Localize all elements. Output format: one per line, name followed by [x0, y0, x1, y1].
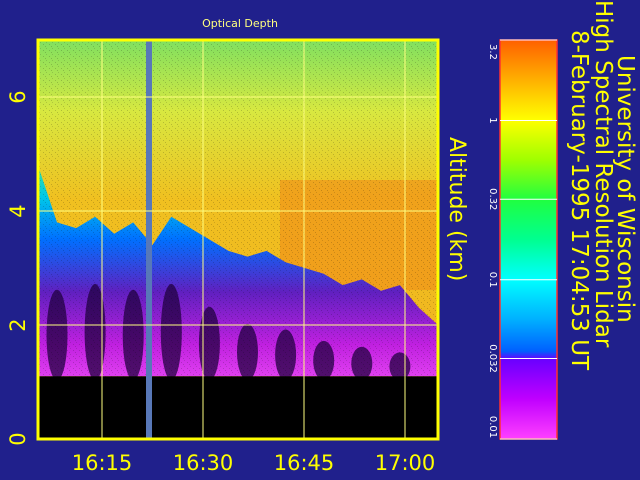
- y-tick-label: 4: [6, 204, 30, 217]
- chart-title: Optical Depth: [202, 17, 278, 30]
- below-cloud-region: [38, 376, 438, 439]
- y-tick-label: 0: [6, 432, 30, 445]
- y-tick-label: 2: [6, 318, 30, 331]
- data-gap-stripe: [146, 40, 152, 439]
- colorbar-tick-label: 0.032: [487, 344, 498, 373]
- instrument-label: High Spectral Resolution Lidar: [590, 0, 616, 348]
- x-tick-label: 17:00: [375, 451, 436, 475]
- timestamp-label: 8-February-1995 17:04:53 UT: [566, 30, 592, 371]
- y-axis-ticks: 0 2 4 6: [6, 90, 30, 445]
- lidar-figure: Optical Depth 0246 16:15 16:30 16:45 17:00 …: [6, 0, 638, 475]
- x-axis-ticks: 16:15 16:30 16:45 17:00: [72, 451, 436, 475]
- y-tick-label: 6: [6, 90, 30, 103]
- colorbar-tick-label: 0.32: [487, 188, 498, 210]
- colorbar-tick-label: 1: [487, 117, 498, 123]
- colorbar-tick-label: 3.2: [487, 44, 498, 60]
- x-tick-label: 16:15: [72, 451, 133, 475]
- colorbar-tick-label: 0.1: [487, 272, 498, 288]
- x-tick-label: 16:45: [274, 451, 335, 475]
- y-axis-label: Altitude (km): [444, 137, 469, 281]
- x-tick-label: 16:30: [173, 451, 234, 475]
- colorbar-tick-label: 0.01: [487, 416, 498, 438]
- colorbar: [500, 40, 557, 439]
